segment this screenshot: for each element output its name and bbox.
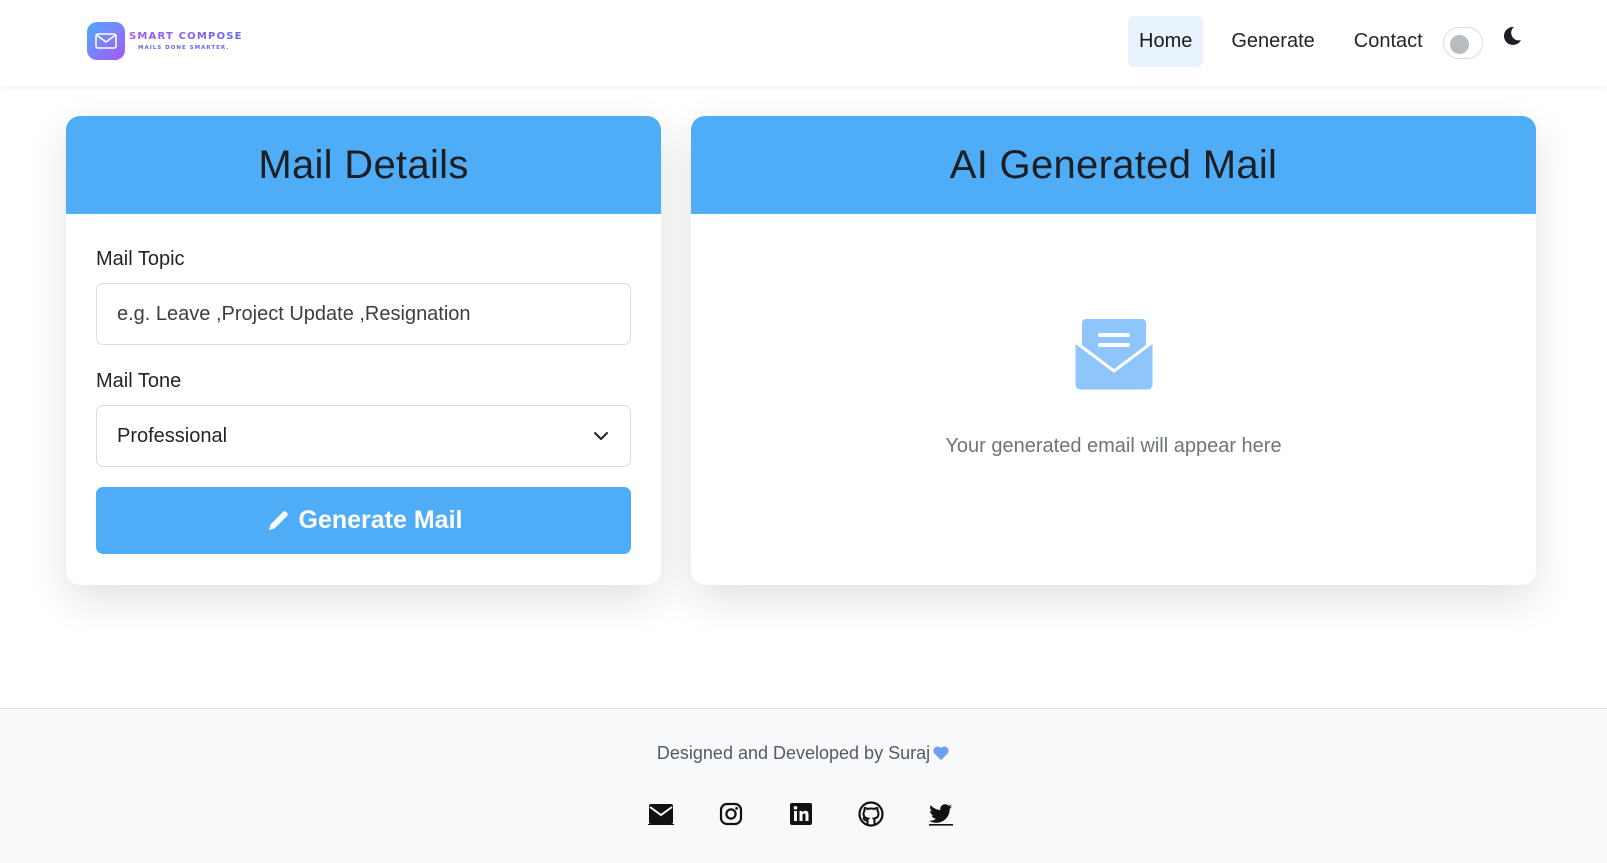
linkedin-icon[interactable]: [788, 801, 814, 827]
nav-link-contact[interactable]: Contact: [1343, 16, 1434, 67]
chevron-down-icon: [594, 432, 608, 440]
blue-heart-icon: [933, 746, 949, 761]
footer: Designed and Developed by Suraj: [0, 708, 1607, 863]
mail-details-card: Mail Details Mail Topic e.g. Leave ,Proj…: [66, 116, 661, 585]
generated-mail-output: Your generated email will appear here: [691, 214, 1536, 458]
brand-name: SMART COMPOSE: [129, 31, 243, 42]
brand-text: SMART COMPOSE MAILS DONE SMARTER.: [129, 31, 243, 51]
moon-icon: [1503, 26, 1521, 45]
mail-topic-label: Mail Topic: [96, 248, 185, 270]
ai-generated-mail-header: AI Generated Mail: [691, 116, 1536, 214]
footer-credit-text: Designed and Developed by Suraj: [656, 743, 931, 763]
nav-links: Home Generate Contact: [1128, 16, 1523, 67]
navbar: SMART COMPOSE MAILS DONE SMARTER. Home G…: [0, 0, 1607, 86]
toggle-knob: [1449, 34, 1469, 54]
mail-tone-select[interactable]: Professional: [96, 405, 631, 467]
generated-mail-placeholder-text: Your generated email will appear here: [945, 435, 1282, 457]
nav-link-home[interactable]: Home: [1128, 16, 1204, 67]
envelope-open-text-icon: [1072, 313, 1155, 393]
mail-tone-selected-value: Professional: [117, 424, 228, 447]
generate-mail-label: Generate Mail: [298, 506, 463, 534]
ai-generated-mail-card: AI Generated Mail Your generated email w…: [691, 116, 1536, 585]
ai-generated-mail-title: AI Generated Mail: [949, 142, 1278, 187]
mail-topic-input[interactable]: e.g. Leave ,Project Update ,Resignation: [96, 283, 631, 345]
twitter-icon[interactable]: [928, 801, 954, 827]
mail-details-title: Mail Details: [258, 142, 469, 187]
brand-tagline: MAILS DONE SMARTER.: [138, 45, 230, 51]
theme-toggle-switch[interactable]: [1442, 26, 1483, 59]
mail-logo-icon: [87, 22, 125, 60]
email-icon[interactable]: [648, 801, 674, 827]
generate-mail-button[interactable]: Generate Mail: [96, 487, 631, 554]
footer-credit: Designed and Developed by Suraj: [0, 743, 1607, 764]
github-icon[interactable]: [858, 801, 884, 827]
instagram-icon[interactable]: [718, 801, 744, 827]
mail-details-header: Mail Details: [66, 116, 661, 214]
mail-details-form: Mail Topic e.g. Leave ,Project Update ,R…: [66, 248, 661, 554]
social-links: [648, 801, 998, 827]
brand-logo-link[interactable]: SMART COMPOSE MAILS DONE SMARTER.: [87, 22, 243, 60]
mail-tone-label: Mail Tone: [96, 370, 182, 392]
pencil-icon: [268, 510, 288, 530]
nav-link-generate[interactable]: Generate: [1220, 16, 1325, 67]
